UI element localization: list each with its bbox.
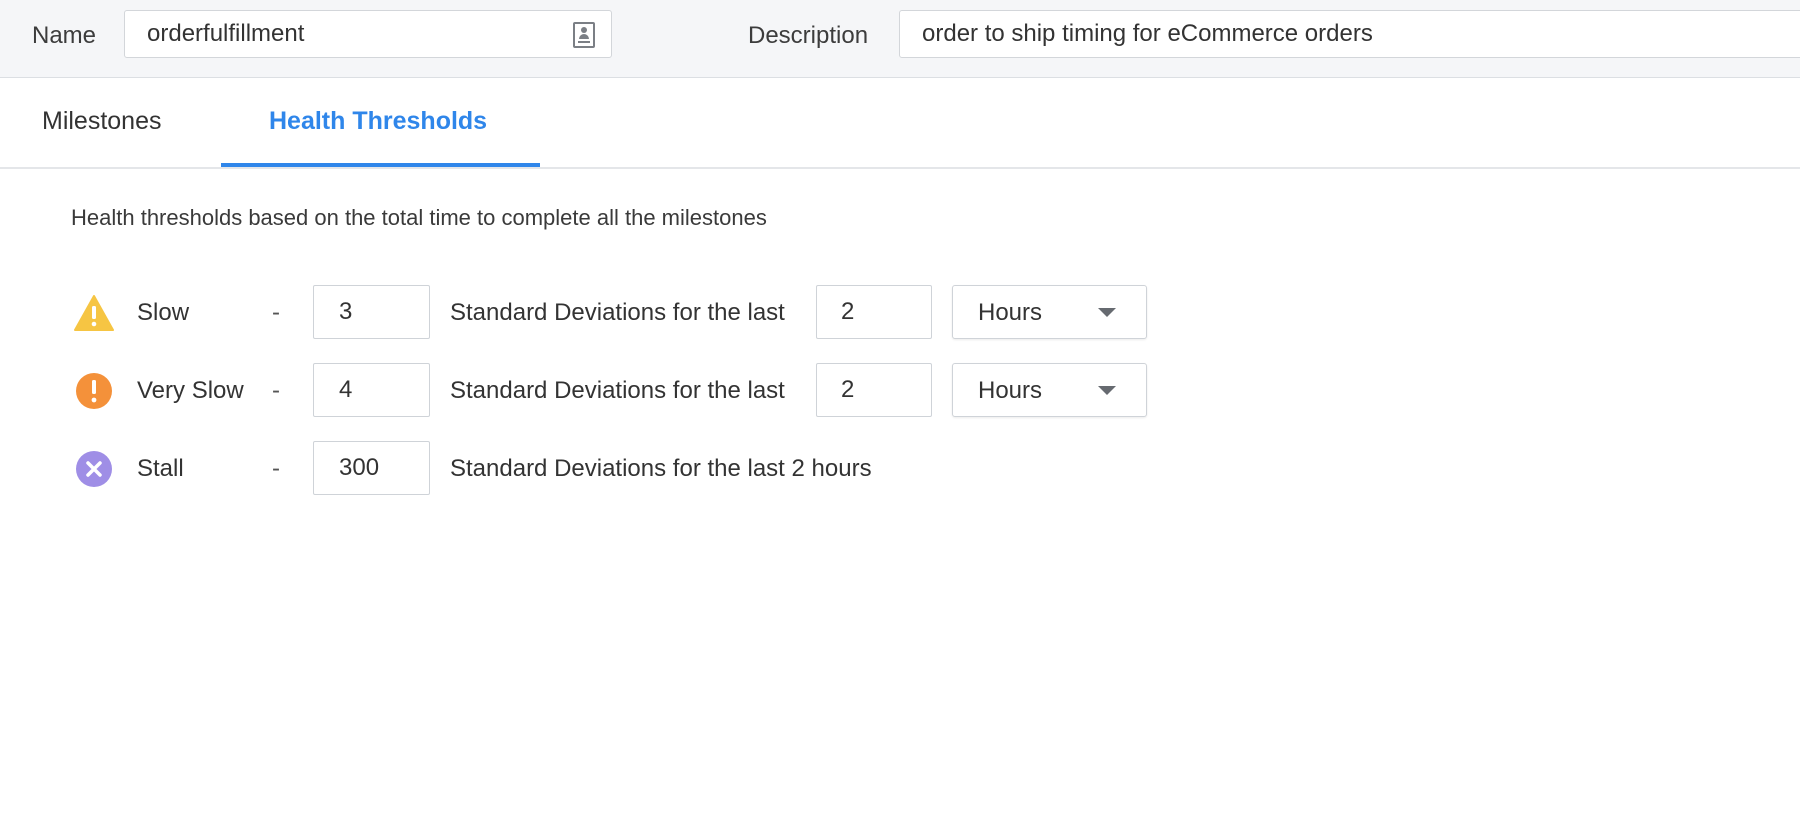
time-unit-select[interactable]: Hours [952,363,1147,417]
threshold-level-label: Slow [137,299,190,326]
std-deviations-text: Standard Deviations for the last [450,377,785,404]
std-deviations-text: Standard Deviations for the last [450,299,785,326]
tab-milestones-label: Milestones [42,107,162,135]
time-unit-value: Hours [978,377,1043,404]
tab-health-thresholds-label: Health Thresholds [269,107,488,135]
tab-bar: Milestones Health Thresholds [0,78,1800,169]
std-deviations-input[interactable] [313,285,430,339]
chevron-down-icon [1098,308,1116,317]
exclamation-circle-icon [76,373,112,409]
std-deviations-input[interactable] [313,441,430,495]
header-bar: Name Description [0,0,1800,78]
time-window-input[interactable] [816,363,932,417]
tab-health-thresholds[interactable]: Health Thresholds [221,78,540,167]
std-deviations-input[interactable] [313,363,430,417]
threshold-row-slow: Slow - Standard Deviations for the last … [0,285,1800,341]
separator-dash: - [272,455,280,482]
description-input[interactable] [899,10,1800,58]
tab-milestones[interactable]: Milestones [0,78,221,167]
threshold-row-very-slow: Very Slow - Standard Deviations for the … [0,363,1800,419]
separator-dash: - [272,377,280,404]
time-unit-value: Hours [978,299,1043,326]
threshold-level-label: Stall [137,455,184,482]
contact-card-icon[interactable] [573,22,595,48]
separator-dash: - [272,299,280,326]
warning-triangle-icon [74,295,114,331]
health-thresholds-description: Health thresholds based on the total tim… [71,205,767,230]
time-window-input[interactable] [816,285,932,339]
time-unit-select[interactable]: Hours [952,285,1147,339]
name-label: Name [32,22,97,49]
threshold-level-label: Very Slow [137,377,244,404]
threshold-row-stall: Stall - Standard Deviations for the last… [0,441,1800,497]
chevron-down-icon [1098,386,1116,395]
description-label: Description [748,22,869,49]
std-deviations-text: Standard Deviations for the last 2 hours [450,455,872,482]
name-input[interactable] [124,10,612,58]
x-circle-icon [76,451,112,487]
